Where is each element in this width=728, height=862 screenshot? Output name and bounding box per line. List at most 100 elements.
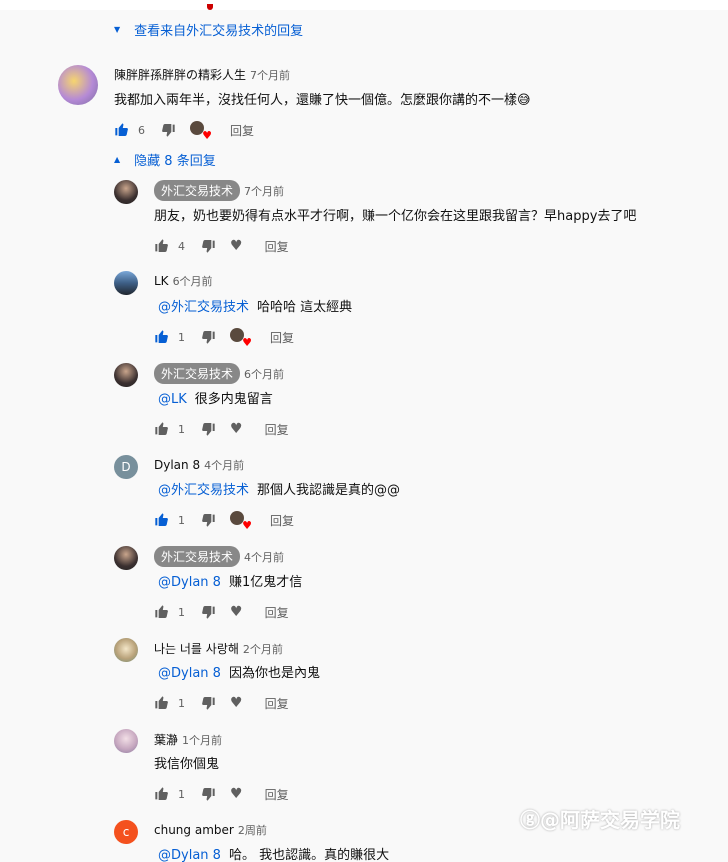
heart-icon: ♥ (230, 786, 243, 802)
heart-button[interactable]: ♥ (230, 604, 243, 620)
avatar[interactable] (114, 271, 138, 295)
channel-author-badge[interactable]: 外汇交易技术 (154, 363, 241, 384)
dislike-button[interactable] (200, 695, 216, 711)
heart-button[interactable]: ♥ (230, 238, 243, 254)
mention-link[interactable]: @Dylan 8 (158, 848, 221, 862)
chevron-up-icon: ▲ (114, 155, 121, 164)
thumb-up-icon (114, 122, 130, 138)
author-name[interactable]: LK (154, 274, 169, 288)
heart-button[interactable]: ♥ (230, 421, 243, 437)
creator-heart-icon: ♥ (230, 511, 252, 531)
reply-text: @Dylan 8 哈。 我也認識。真的賺很大 (158, 844, 389, 862)
reply-button[interactable]: 回复 (265, 695, 289, 712)
dislike-button[interactable] (200, 238, 216, 254)
like-count: 1 (178, 605, 185, 619)
dislike-button[interactable] (200, 786, 216, 802)
avatar[interactable]: c (114, 820, 138, 844)
timestamp[interactable]: 1个月前 (182, 732, 222, 748)
heart-icon: ♥ (230, 238, 243, 254)
reply-button[interactable]: 回复 (230, 122, 254, 139)
timestamp[interactable]: 7个月前 (244, 183, 284, 199)
mention-link[interactable]: @外汇交易技术 (158, 483, 249, 498)
heart-icon: ♥ (230, 695, 243, 711)
avatar[interactable]: D (114, 455, 138, 479)
timestamp[interactable]: 6个月前 (244, 366, 284, 382)
author-name[interactable]: Dylan 8 (154, 458, 200, 472)
dislike-button[interactable] (200, 329, 216, 345)
view-replies-toggle[interactable]: ▼ 查看来自外汇交易技术的回复 (114, 20, 303, 39)
heart-button[interactable]: ♥ (230, 695, 243, 711)
dislike-button[interactable] (200, 421, 216, 437)
view-replies-label: 查看来自外汇交易技术的回复 (134, 24, 304, 39)
like-button[interactable] (154, 421, 170, 437)
like-button[interactable] (154, 695, 170, 711)
mention-link[interactable]: @外汇交易技术 (158, 300, 249, 315)
heart-button[interactable]: ♥ (230, 786, 243, 802)
like-button[interactable] (114, 122, 130, 138)
reply-button[interactable]: 回复 (265, 421, 289, 438)
reply-button[interactable]: 回复 (270, 329, 294, 346)
like-count: 1 (178, 696, 185, 710)
mention-link[interactable]: @Dylan 8 (158, 575, 221, 590)
dislike-button[interactable] (200, 512, 216, 528)
avatar[interactable] (114, 638, 138, 662)
like-count: 1 (178, 422, 185, 436)
dislike-button[interactable] (160, 122, 176, 138)
reply-button[interactable]: 回复 (265, 238, 289, 255)
watermark-text: 阿萨交易学院 (560, 808, 680, 832)
timestamp[interactable]: 6个月前 (173, 273, 213, 289)
reply-button[interactable]: 回复 (265, 604, 289, 621)
reply-text-body: 因為你也是內鬼 (228, 666, 320, 681)
reply-text-body: 那個人我認識是真的@@ (257, 483, 401, 498)
creator-heart-icon: ♥ (230, 328, 252, 348)
timestamp[interactable]: 4个月前 (244, 549, 284, 565)
mention-link[interactable]: @Dylan 8 (158, 666, 221, 681)
mention-link[interactable]: @LK (158, 392, 187, 407)
thumb-down-icon (200, 329, 216, 345)
like-button[interactable] (154, 329, 170, 345)
like-count: 1 (178, 787, 185, 801)
avatar[interactable] (114, 546, 138, 570)
author-name[interactable]: 나는 너를 사랑해 (154, 640, 239, 657)
reply-text: 朋友，奶也要奶得有点水平才行啊，赚一个亿你会在这里跟我留言？早happy去了吧 (154, 205, 636, 224)
reply-header: 나는 너를 사랑해 2个月前 (154, 640, 283, 657)
author-name[interactable]: chung amber (154, 823, 234, 837)
dislike-button[interactable] (200, 604, 216, 620)
author-name[interactable]: 陳胖胖孫胖胖の精彩人生 (114, 66, 246, 83)
red-marker (207, 4, 213, 10)
thumb-down-icon (200, 512, 216, 528)
reply-button[interactable]: 回复 (270, 512, 294, 529)
avatar[interactable] (114, 363, 138, 387)
like-button[interactable] (154, 512, 170, 528)
reply-header: LK 6个月前 (154, 273, 213, 289)
reply-header: chung amber 2周前 (154, 822, 267, 838)
timestamp[interactable]: 2个月前 (243, 641, 283, 657)
heart-icon: ♥ (230, 604, 243, 620)
reply-text: @Dylan 8 赚1亿鬼才信 (158, 571, 302, 590)
like-button[interactable] (154, 604, 170, 620)
like-count: 1 (178, 513, 185, 527)
reply-text-body: 赚1亿鬼才信 (228, 575, 303, 590)
reply-button[interactable]: 回复 (265, 786, 289, 803)
timestamp[interactable]: 2周前 (238, 822, 267, 838)
channel-author-badge[interactable]: 外汇交易技术 (154, 546, 241, 567)
hide-replies-label: 隐藏 8 条回复 (134, 154, 216, 169)
timestamp[interactable]: 4个月前 (204, 457, 244, 473)
thumb-down-icon (200, 604, 216, 620)
like-button[interactable] (154, 786, 170, 802)
avatar[interactable] (114, 729, 138, 753)
avatar[interactable] (58, 65, 98, 105)
heart-icon: ♥ (230, 421, 243, 437)
reply-text: @Dylan 8 因為你也是內鬼 (158, 662, 320, 681)
thumb-down-icon (200, 786, 216, 802)
hide-replies-toggle[interactable]: ▲ 隐藏 8 条回复 (114, 150, 216, 169)
channel-author-badge[interactable]: 外汇交易技术 (154, 180, 241, 201)
reply-text: @LK 很多内鬼留言 (158, 388, 273, 407)
like-button[interactable] (154, 238, 170, 254)
timestamp[interactable]: 7个月前 (250, 67, 290, 83)
reply-actions: 1 ♥ 回复 (154, 602, 289, 622)
watermark-logo-icon: ⓖ@ (520, 808, 560, 832)
avatar[interactable] (114, 180, 138, 204)
reply-text-body: 哈哈哈 這太經典 (257, 300, 353, 315)
author-name[interactable]: 葉瀞 (154, 731, 178, 748)
